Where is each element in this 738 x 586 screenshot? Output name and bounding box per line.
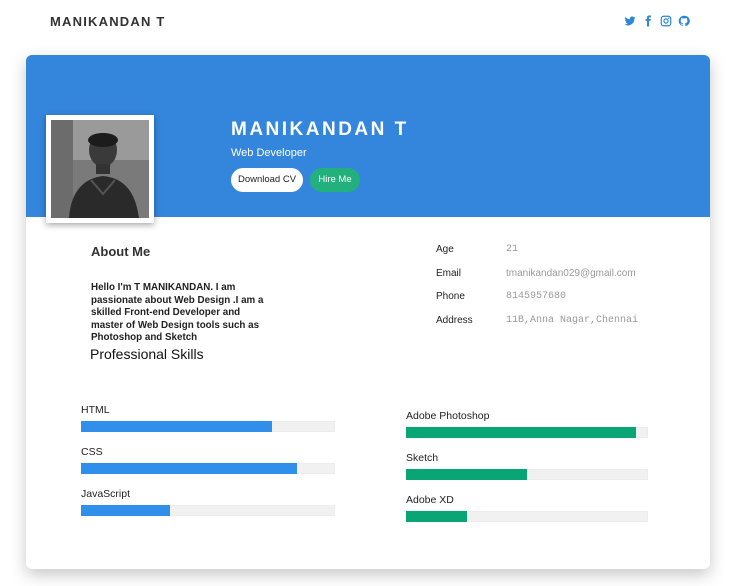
social-links xyxy=(624,15,690,27)
brand-name[interactable]: MANIKANDAN T xyxy=(50,14,166,29)
hire-me-button[interactable]: Hire Me xyxy=(310,168,360,192)
profile-photo-frame xyxy=(46,115,154,223)
info-label: Age xyxy=(436,244,454,255)
info-label: Email xyxy=(436,268,462,279)
profile-photo xyxy=(51,120,149,218)
profile-name: MANIKANDAN T xyxy=(231,119,409,140)
skill-fill xyxy=(406,469,527,480)
top-navbar: MANIKANDAN T xyxy=(0,0,738,44)
info-label: Phone xyxy=(436,291,465,302)
skill-fill xyxy=(406,427,636,438)
about-text: Hello I'm T MANIKANDAN. I am passionate … xyxy=(91,282,264,343)
facebook-icon[interactable] xyxy=(642,15,654,27)
skill-track xyxy=(81,463,335,474)
skill-label: Sketch xyxy=(406,452,439,464)
profile-role: Web Developer xyxy=(231,147,307,159)
skill-label: HTML xyxy=(81,404,110,416)
skill-track xyxy=(81,505,335,516)
skill-label: Adobe Photoshop xyxy=(406,410,490,422)
skill-fill xyxy=(81,421,272,432)
info-value: 21 xyxy=(506,244,519,255)
github-icon[interactable] xyxy=(678,15,690,27)
instagram-icon[interactable] xyxy=(660,15,672,27)
skill-fill xyxy=(406,511,467,522)
profile-card: MANIKANDAN T Web Developer Download CV H… xyxy=(26,55,710,569)
twitter-icon[interactable] xyxy=(624,15,636,27)
about-title: About Me xyxy=(91,244,151,259)
skill-label: CSS xyxy=(81,446,103,458)
skill-track xyxy=(406,469,648,480)
skill-track xyxy=(406,511,648,522)
skill-label: JavaScript xyxy=(81,488,131,500)
skill-fill xyxy=(81,505,170,516)
info-value: 11B,Anna Nagar,Chennai xyxy=(506,315,639,326)
skills-title: Professional Skills xyxy=(90,346,204,362)
skill-fill xyxy=(81,463,297,474)
info-value: 8145957680 xyxy=(506,291,567,302)
skill-label: Adobe XD xyxy=(406,494,454,506)
skill-track xyxy=(406,427,648,438)
info-value: tmanikandan029@gmail.com xyxy=(506,268,636,279)
skill-track xyxy=(81,421,335,432)
download-cv-button[interactable]: Download CV xyxy=(231,168,303,192)
info-label: Address xyxy=(436,315,473,326)
